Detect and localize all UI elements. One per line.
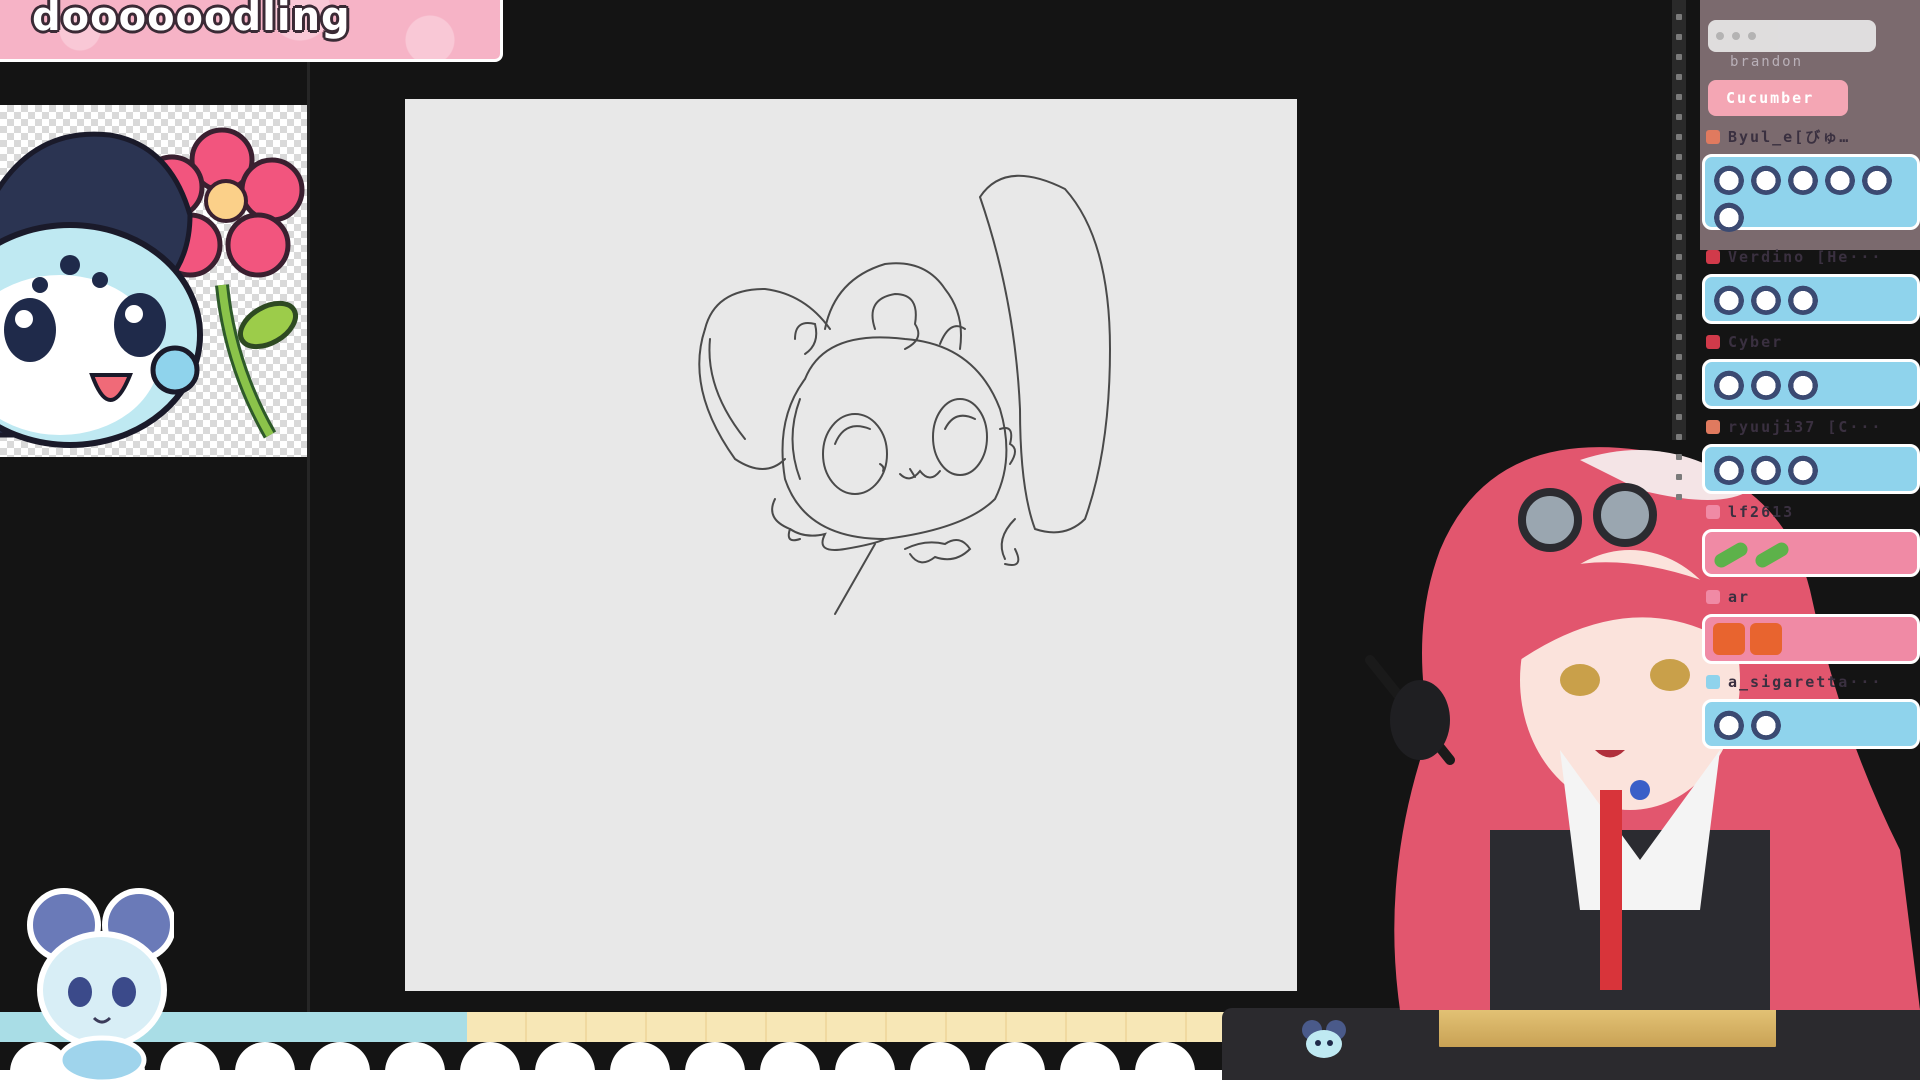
chat-bubble (1702, 274, 1920, 324)
reference-mascot-image (0, 127, 305, 448)
chat-top-message: Cucumber (1708, 80, 1848, 116)
panda-emote-icon (1824, 163, 1856, 195)
reference-image-panel (0, 105, 308, 457)
panel-divider (307, 62, 310, 1012)
panda-emote-icon (1787, 453, 1819, 485)
drawing-canvas[interactable] (405, 99, 1297, 991)
chat-username: ar (1702, 586, 1920, 608)
chat-message: Cyber (1702, 331, 1920, 409)
chat-bubble (1702, 359, 1920, 409)
chat-top-username: brandon (1730, 54, 1804, 70)
panda-emote-icon (1713, 368, 1745, 400)
chat-side-rail (1672, 0, 1686, 500)
chat-message: Byul_e[びゅ… (1702, 126, 1920, 232)
panda-emote-icon (1713, 453, 1745, 485)
user-badge-icon (1706, 675, 1720, 689)
panda-emote-icon (1787, 368, 1819, 400)
chat-bubble (1702, 154, 1920, 232)
user-badge-icon (1706, 420, 1720, 434)
chat-bubble (1702, 699, 1920, 749)
panda-emote-icon (1713, 200, 1745, 232)
chat-username: lf2613 (1702, 501, 1920, 523)
panda-emote-icon (1750, 453, 1782, 485)
fox-emote-icon (1713, 623, 1745, 655)
title-banner: doooooodling (0, 0, 503, 62)
panda-emote-icon (1750, 368, 1782, 400)
user-badge-icon (1706, 335, 1720, 349)
panda-emote-icon (1713, 163, 1745, 195)
panda-emote-icon (1713, 708, 1745, 740)
user-badge-icon (1706, 250, 1720, 264)
chat-bubble (1702, 614, 1920, 664)
cloud-border (0, 1042, 1240, 1080)
user-badge-icon (1706, 505, 1720, 519)
cucumber-emote-icon (1752, 539, 1792, 571)
chat-message: a_sigaretta··· (1702, 671, 1920, 749)
chat-username: Cyber (1702, 331, 1920, 353)
chat-message: lf2613 (1702, 501, 1920, 577)
panda-emote-icon (1750, 708, 1782, 740)
user-badge-icon (1706, 590, 1720, 604)
chat-overlay: brandon Cucumber Byul_e[びゅ… Verdino [He·… (1672, 0, 1920, 860)
panda-emote-icon (1713, 283, 1745, 315)
chat-bubble (1702, 444, 1920, 494)
chat-message: Verdino [He··· (1702, 246, 1920, 324)
panda-emote-icon (1750, 283, 1782, 315)
stream-title: doooooodling (32, 0, 351, 40)
chat-username: ryuuji37 [C··· (1702, 416, 1920, 438)
chat-message: ryuuji37 [C··· (1702, 416, 1920, 494)
panda-emote-icon (1750, 163, 1782, 195)
chat-header-bar (1708, 20, 1876, 52)
sketch-drawing (698, 174, 1112, 615)
chat-username: Verdino [He··· (1702, 246, 1920, 268)
mouse-head-icon (1302, 1020, 1346, 1058)
chat-message: ar (1702, 586, 1920, 664)
cucumber-emote-icon (1711, 539, 1751, 571)
panda-emote-icon (1787, 283, 1819, 315)
chibi-mouse-mascot (27, 888, 174, 1080)
user-badge-icon (1706, 130, 1720, 144)
panda-emote-icon (1787, 163, 1819, 195)
chat-username: a_sigaretta··· (1702, 671, 1920, 693)
chat-bubble (1702, 529, 1920, 577)
panda-emote-icon (1861, 163, 1893, 195)
fox-emote-icon (1750, 623, 1782, 655)
chat-username: Byul_e[びゅ… (1702, 126, 1920, 148)
